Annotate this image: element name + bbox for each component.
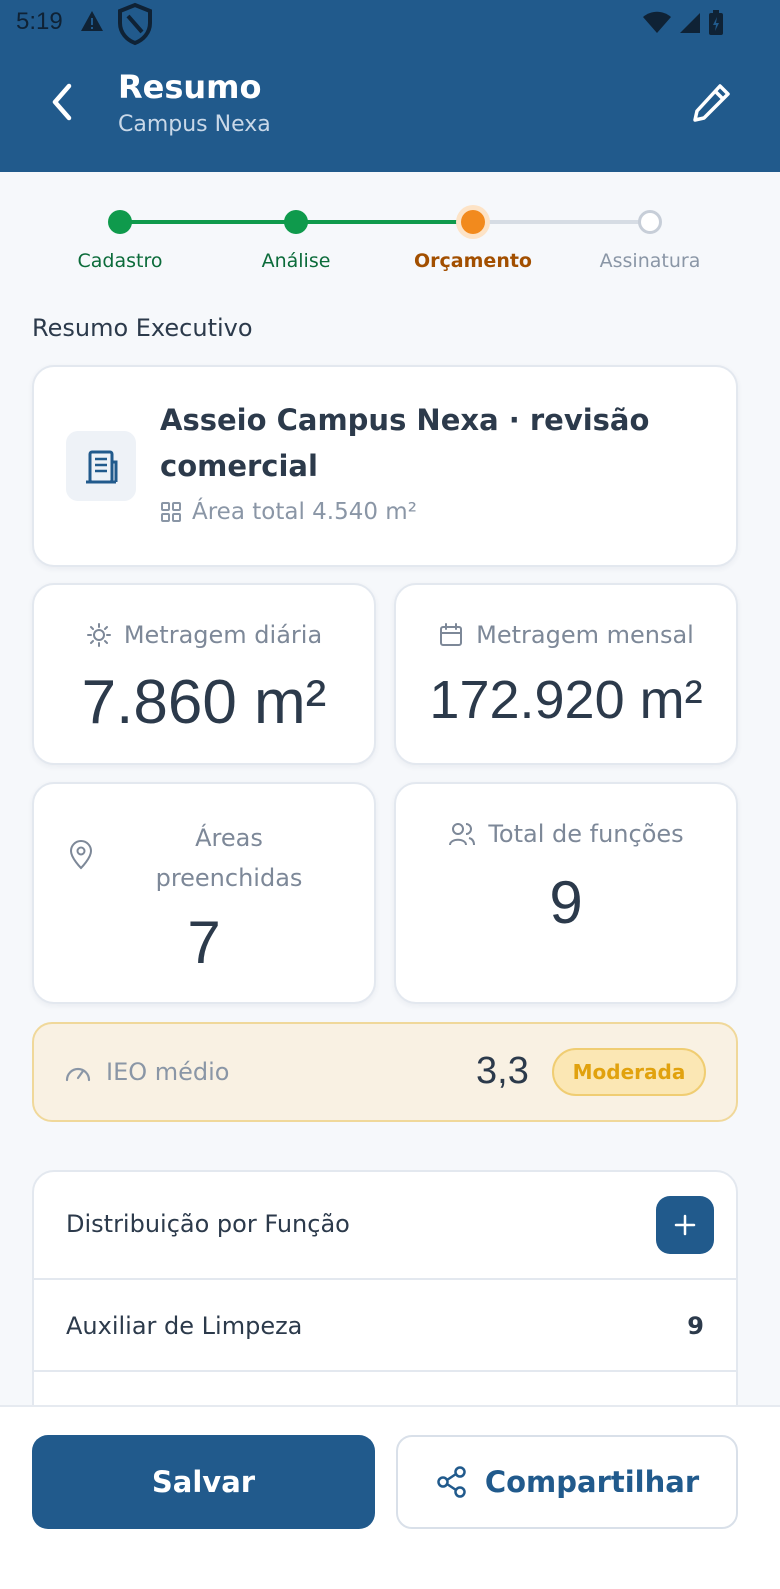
project-name: Asseio Campus Nexa · revisão comercial [160,403,650,483]
edit-button[interactable] [686,76,738,128]
stat-card-functions: Total de funções 9 [394,782,738,1004]
stat-value: 7.860 m² [81,668,327,737]
progress-stepper: Cadastro Análise Orçamento Assinatura [0,202,780,282]
distribution-card: Distribuição por Função Auxiliar de Limp… [32,1170,738,1405]
stat-card-daily: Metragem diária 7.860 m² [32,583,376,765]
divider [34,1278,736,1280]
distribution-title: Distribuição por Função [66,1210,350,1238]
stat-head: Metragem mensal [396,621,736,649]
warning-icon [80,10,104,36]
stat-value: 9 [549,869,583,936]
back-button[interactable] [40,78,84,126]
stat-label: Áreas preenchidas [155,824,303,892]
list-item-label[interactable]: Auxiliar de Limpeza [66,1312,302,1340]
status-badge: Moderada [552,1048,706,1096]
step-connector [296,220,473,224]
ieo-label: IEO médio [64,1058,230,1086]
wifi-icon [642,11,672,39]
page-subtitle: Campus Nexa [118,112,271,137]
building-icon [66,431,136,501]
page-title: Resumo [118,68,262,106]
project-area: Área total 4.540 m² [160,499,417,525]
stat-label: Total de funções [488,820,684,848]
step-label-cadastro[interactable]: Cadastro [78,250,163,272]
pencil-icon [693,84,730,122]
stat-head: Total de funções [396,820,736,848]
chevron-left-icon [52,83,72,121]
add-function-button[interactable] [656,1196,714,1254]
ieo-card: IEO médio 3,3 Moderada [32,1022,738,1122]
step-label-orcamento[interactable]: Orçamento [414,250,532,272]
users-icon [449,823,476,846]
app-bar: 5:19 Resumo Campus Nexa [0,0,780,172]
grid-icon [161,502,181,522]
stat-value: 172.920 m² [429,670,703,730]
stat-card-monthly: Metragem mensal 172.920 m² [394,583,738,765]
ieo-label-text: IEO médio [106,1058,230,1086]
stat-label: Metragem mensal [476,621,694,649]
step-dot-assinatura [638,210,662,234]
plus-icon [674,1214,696,1236]
stat-label: Metragem diária [123,621,323,649]
status-time: 5:19 [16,8,63,35]
divider [34,1370,736,1372]
section-title: Resumo Executivo [32,314,253,342]
step-dot-analise [284,210,308,234]
project-card: Asseio Campus Nexa · revisão comercial Á… [32,365,738,567]
calendar-icon [440,623,463,646]
step-label-analise[interactable]: Análise [262,250,331,272]
step-dot-cadastro [108,210,132,234]
signal-icon [678,11,702,39]
stat-value: 7 [187,909,221,976]
step-connector [473,220,650,224]
map-pin-icon [69,840,93,870]
step-label-assinatura[interactable]: Assinatura [600,250,701,272]
bottom-action-bar: Salvar Compartilhar [0,1405,780,1589]
stat-head: Metragem diária [34,621,374,649]
status-icons [642,10,724,40]
status-bar: 5:19 [0,0,780,46]
gauge-icon [65,1067,91,1082]
step-dot-orcamento [461,210,485,234]
battery-icon [708,10,724,40]
save-button[interactable]: Salvar [32,1435,375,1529]
step-connector [120,220,296,224]
ieo-value: 3,3 [476,1050,529,1092]
share-button[interactable]: Compartilhar [396,1435,738,1529]
share-button-label: Compartilhar [484,1465,700,1499]
stat-card-areas: Áreas preenchidas 7 [32,782,376,1004]
content-area: Cadastro Análise Orçamento Assinatura Re… [0,172,780,1405]
share-icon [437,1466,466,1498]
total-area-text: Área total 4.540 m² [192,499,417,525]
list-item-count: 9 [687,1312,704,1340]
shield-icon [116,2,154,50]
sun-icon [86,623,111,647]
